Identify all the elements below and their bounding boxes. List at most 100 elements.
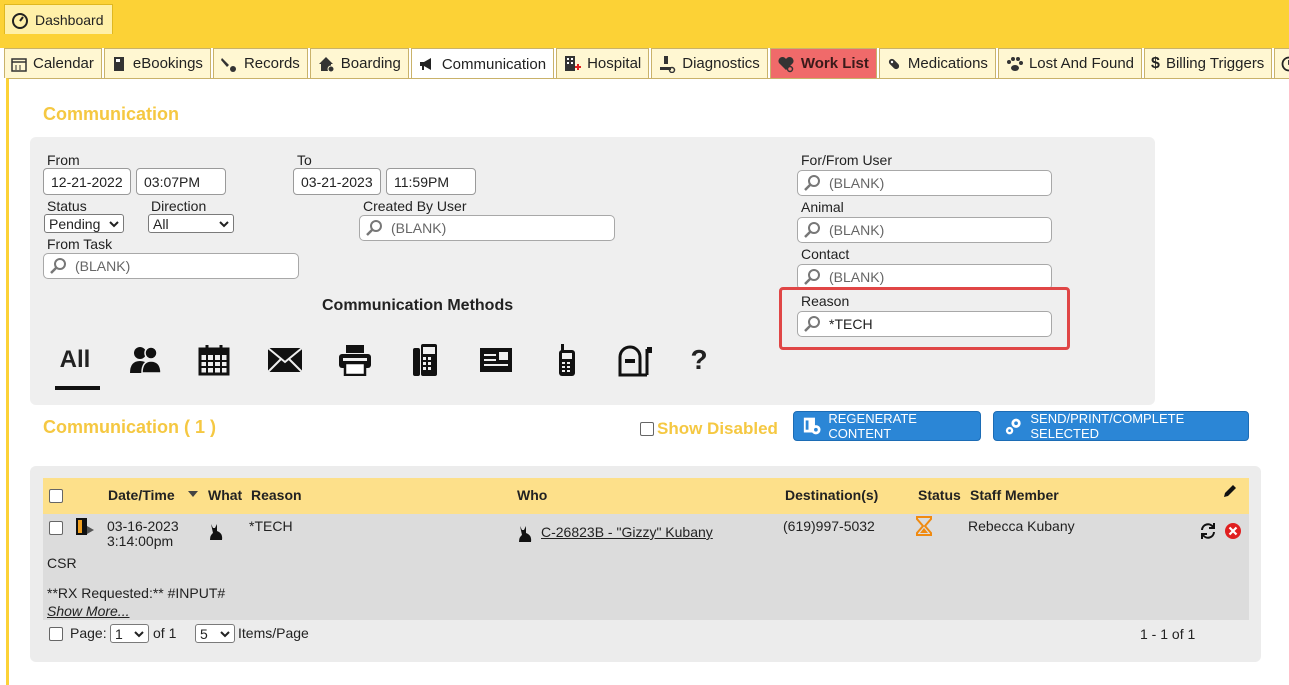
from-date-input[interactable]: 12-21-2022 — [43, 168, 131, 195]
list-title: Communication ( 1 ) — [43, 417, 217, 437]
paw-icon — [1006, 56, 1023, 71]
chevron-down-icon — [220, 630, 230, 637]
method-postcard[interactable] — [474, 338, 518, 382]
method-email[interactable] — [263, 338, 307, 382]
for-from-user-lookup[interactable]: (BLANK) — [797, 170, 1052, 196]
method-fax[interactable] — [403, 338, 447, 382]
created-by-value: (BLANK) — [391, 220, 447, 236]
from-time-input[interactable]: 03:07PM — [136, 168, 226, 195]
search-icon — [804, 175, 820, 191]
tab-boarding[interactable]: Boarding — [309, 48, 409, 78]
select-all-checkbox[interactable] — [49, 489, 63, 503]
sort-desc-icon[interactable] — [188, 491, 198, 498]
megaphone-icon — [419, 58, 431, 70]
col-reason[interactable]: Reason — [251, 487, 302, 503]
col-who[interactable]: Who — [517, 487, 547, 503]
method-calendar[interactable] — [192, 338, 236, 382]
col-status[interactable]: Status — [918, 487, 961, 503]
show-more-link[interactable]: Show More... — [47, 603, 129, 619]
page-select[interactable]: 1 — [110, 624, 149, 643]
tab-work-list[interactable]: Work List — [769, 48, 877, 78]
tab-label: Boarding — [340, 55, 401, 72]
col-destination[interactable]: Destination(s) — [785, 487, 878, 503]
col-staff[interactable]: Staff Member — [970, 487, 1059, 503]
method-mailbox[interactable] — [613, 338, 657, 382]
method-other[interactable]: ? — [677, 338, 721, 382]
show-disabled-label: Show Disabled — [657, 419, 778, 438]
tab-billing-triggers[interactable]: $ Billing Triggers — [1144, 48, 1273, 78]
created-by-label: Created By User — [363, 198, 467, 214]
created-by-lookup[interactable]: (BLANK) — [359, 215, 615, 241]
records-icon — [220, 57, 236, 72]
refresh-icon[interactable] — [1199, 522, 1217, 540]
delete-icon[interactable] — [1224, 522, 1242, 540]
cat-icon — [519, 526, 532, 542]
tab-label: Communication — [441, 55, 547, 73]
tab-clock[interactable] — [1274, 48, 1289, 78]
show-disabled-toggle[interactable]: Show Disabled — [640, 419, 778, 439]
tab-records[interactable]: Records — [212, 48, 308, 78]
pager-range: 1 - 1 of 1 — [1140, 626, 1196, 642]
col-what[interactable]: What — [208, 487, 242, 503]
page-value: 1 — [115, 625, 123, 642]
from-task-label: From Task — [47, 236, 113, 252]
method-mobile[interactable] — [544, 338, 588, 382]
animal-label: Animal — [801, 199, 844, 215]
tab-hospital[interactable]: Hospital — [556, 48, 650, 78]
tab-calendar[interactable]: Calendar — [4, 48, 102, 78]
house-paw-icon — [318, 56, 335, 72]
microscope-icon — [660, 55, 676, 73]
to-time-input[interactable]: 11:59PM — [386, 168, 476, 195]
tab-medications[interactable]: Medications — [878, 48, 996, 78]
to-date-input[interactable]: 03-21-2023 — [293, 168, 381, 195]
from-task-lookup[interactable]: (BLANK) — [43, 253, 299, 279]
from-task-value: (BLANK) — [75, 258, 131, 274]
contact-label: Contact — [801, 246, 850, 262]
tab-communication[interactable]: Communication — [410, 48, 555, 79]
gauge-icon — [12, 12, 28, 29]
method-all[interactable]: All — [53, 338, 97, 382]
row-checkbox[interactable] — [49, 521, 63, 535]
module-tabs: Calendar eBookings Records Boarding Comm… — [4, 48, 1289, 79]
status-select[interactable]: Pending — [44, 214, 124, 233]
calendar-icon — [11, 57, 27, 72]
per-page-value: 5 — [200, 625, 208, 642]
cat-icon — [210, 524, 223, 540]
mobile-phone-icon — [559, 344, 575, 376]
pencil-icon[interactable] — [1222, 483, 1238, 499]
page-of-label: of 1 — [153, 625, 177, 641]
tab-label: Calendar — [33, 55, 94, 72]
direction-select[interactable]: All — [148, 214, 234, 233]
row-who-link[interactable]: C-26823B - "Gizzy" Kubany — [541, 524, 713, 540]
dollar-icon: $ — [1151, 54, 1160, 72]
search-icon — [366, 220, 382, 236]
contact-value: (BLANK) — [829, 269, 885, 285]
method-all-label: All — [59, 346, 91, 373]
row-time: 3:14:00pm — [107, 533, 174, 549]
animal-lookup[interactable]: (BLANK) — [797, 217, 1052, 243]
printer-icon — [339, 345, 371, 376]
per-page-select[interactable]: 5 — [195, 624, 235, 643]
document-type-icon — [76, 518, 94, 535]
tab-label: Billing Triggers — [1165, 55, 1265, 72]
status-value: Pending — [49, 215, 101, 232]
tab-ebookings[interactable]: eBookings — [103, 48, 211, 78]
from-label: From — [47, 152, 80, 168]
method-in-person[interactable] — [124, 338, 168, 382]
pager-checkbox[interactable] — [49, 627, 63, 641]
methods-title: Communication Methods — [322, 297, 514, 314]
show-disabled-checkbox[interactable] — [640, 422, 654, 436]
tab-diagnostics[interactable]: Diagnostics — [651, 48, 768, 78]
send-print-complete-button[interactable]: SEND/PRINT/COMPLETE SELECTED — [993, 411, 1249, 441]
postcard-icon — [480, 348, 512, 372]
reason-highlight — [779, 287, 1070, 350]
search-icon — [50, 258, 66, 274]
dashboard-label: Dashboard — [35, 11, 104, 28]
dashboard-tab[interactable]: Dashboard — [4, 4, 113, 34]
method-print[interactable] — [333, 338, 377, 382]
tab-lost-and-found[interactable]: Lost And Found — [997, 48, 1143, 78]
hospital-icon — [565, 55, 582, 71]
regenerate-content-button[interactable]: REGENERATE CONTENT — [793, 411, 981, 441]
for-from-user-value: (BLANK) — [829, 175, 885, 191]
col-datetime[interactable]: Date/Time — [108, 487, 175, 503]
